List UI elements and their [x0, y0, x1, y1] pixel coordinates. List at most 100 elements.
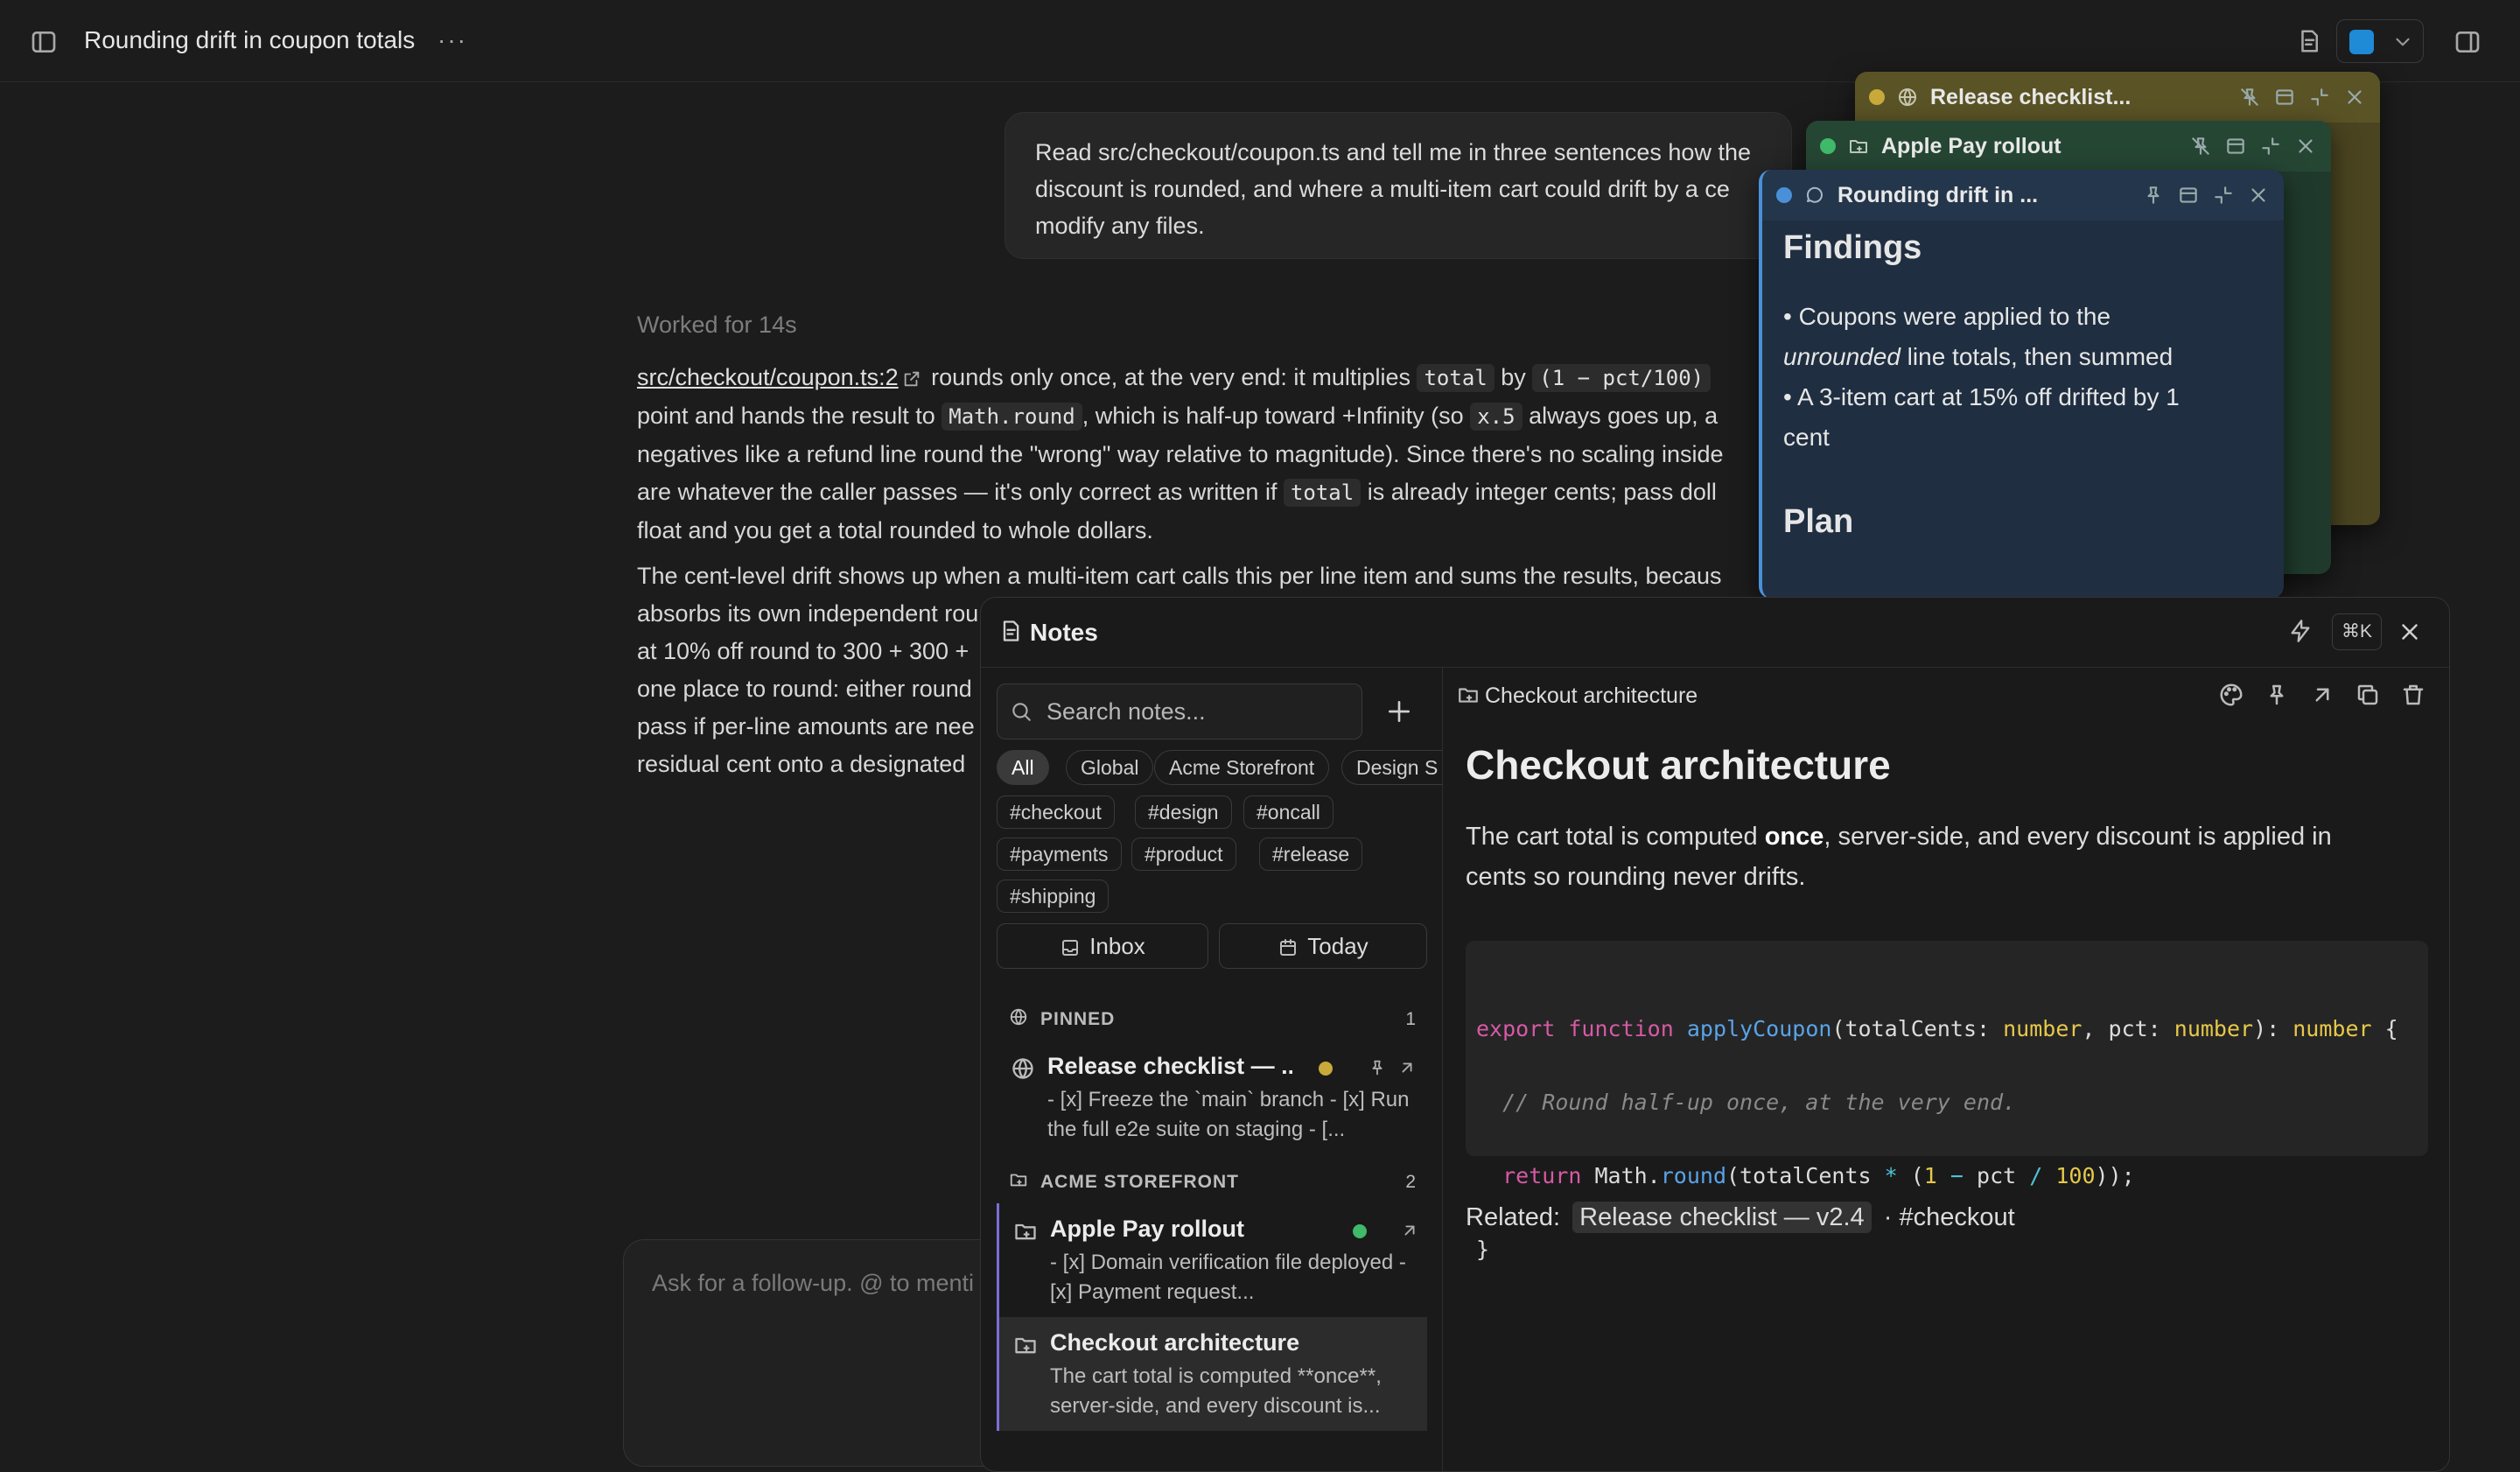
notes-list-pane: Search notes... All Global Acme Storefro… [981, 668, 1443, 1471]
code-number: 1 [1923, 1163, 1937, 1188]
unpin-icon[interactable] [2189, 135, 2212, 158]
close-icon[interactable] [2247, 184, 2270, 207]
status-dot [1319, 1062, 1333, 1076]
related-link[interactable]: Release checklist — v2.4 [1572, 1202, 1872, 1233]
close-icon[interactable] [2294, 135, 2317, 158]
window-header[interactable]: Rounding drift in ... [1762, 170, 2284, 221]
window-title: Release checklist... [1930, 84, 2132, 109]
trash-icon[interactable] [2400, 682, 2426, 708]
shortcut-badge[interactable]: ⌘K [2332, 613, 2383, 650]
window-icon[interactable] [2273, 86, 2296, 109]
globe-icon [1897, 87, 1918, 108]
text: float and you get a total rounded to who… [637, 517, 1153, 543]
palette-icon[interactable] [2218, 682, 2244, 708]
findings-bullet: • A 3-item cart at 15% off drifted by 1 [1783, 383, 2180, 410]
related-tag[interactable]: · #checkout [1884, 1203, 2015, 1231]
breadcrumb: Checkout architecture [1485, 683, 1698, 708]
findings-list: • Coupons were applied to the unrounded … [1783, 297, 2263, 458]
code-comment: // Round half-up once, at the very end. [1502, 1090, 2017, 1115]
pin-icon[interactable] [2264, 682, 2290, 708]
findings-bullet: cent [1783, 424, 1830, 451]
code-text: } [1476, 1237, 1490, 1262]
tag-release[interactable]: #release [1259, 838, 1363, 871]
window-header[interactable]: Apple Pay rollout [1806, 121, 2331, 172]
tag-payments[interactable]: #payments [997, 838, 1122, 871]
window-header[interactable]: Release checklist... [1855, 72, 2380, 123]
window-icon[interactable] [2177, 184, 2200, 207]
lightning-icon[interactable] [2288, 619, 2313, 643]
text: by [1494, 364, 1533, 390]
filter-global[interactable]: Global [1066, 750, 1154, 785]
filter-design[interactable]: Design S [1341, 750, 1443, 785]
code-operator: − [1936, 1163, 1978, 1188]
globe-icon [1009, 1007, 1028, 1027]
text: rounds only once, at the very end: it mu… [924, 364, 1418, 390]
notes-icon[interactable] [2296, 28, 2322, 54]
unpin-icon[interactable] [2238, 86, 2261, 109]
notes-header: Notes ⌘K [981, 598, 2449, 668]
close-icon[interactable] [2397, 619, 2423, 645]
filter-all[interactable]: All [997, 750, 1049, 785]
file-link[interactable]: src/checkout/coupon.ts:2 [637, 364, 899, 390]
text: , which is half-up toward +Infinity (so [1082, 403, 1471, 429]
findings-bullet: line totals, then summed [1900, 343, 2174, 370]
code-text: ( [1897, 1163, 1924, 1188]
text: are whatever the caller passes — it's on… [637, 479, 1284, 505]
open-external-icon[interactable] [2309, 682, 2335, 708]
code-block: export function applyCoupon(totalCents: … [1466, 941, 2428, 1262]
today-button[interactable]: Today [1219, 923, 1427, 969]
filter-acme-storefront[interactable]: Acme Storefront [1154, 750, 1330, 785]
external-link-icon[interactable] [902, 369, 921, 389]
section-count: 2 [1405, 1172, 1416, 1192]
inline-code: x.5 [1470, 403, 1522, 431]
section-count: 1 [1405, 1009, 1416, 1029]
code-text: ): [2253, 1016, 2293, 1041]
inline-code: total [1417, 364, 1494, 392]
note-item-release-checklist[interactable]: Release checklist — ... - [x] Freeze the… [997, 1041, 1427, 1157]
findings-bullet: • Coupons were applied to the [1783, 303, 2111, 330]
code-keyword: export [1476, 1016, 1556, 1041]
vscode-icon [2349, 30, 2374, 54]
code-text: pct [1977, 1163, 2030, 1188]
close-icon[interactable] [2343, 86, 2366, 109]
tag-design[interactable]: #design [1135, 796, 1232, 829]
tag-product[interactable]: #product [1131, 838, 1236, 871]
worked-for-label: Worked for 14s [637, 312, 797, 338]
tag-oncall[interactable]: #oncall [1243, 796, 1334, 829]
globe-icon [1011, 1056, 1035, 1081]
tag-checkout[interactable]: #checkout [997, 796, 1115, 829]
tag-shipping[interactable]: #shipping [997, 880, 1110, 913]
open-external-icon[interactable] [1400, 1221, 1419, 1240]
sidebar-toggle-icon[interactable] [30, 28, 58, 56]
pin-icon[interactable] [1368, 1058, 1387, 1077]
floating-window-rounding-drift[interactable]: Rounding drift in ... Findings • Coupons… [1759, 170, 2284, 599]
window-title: Apple Pay rollout [1881, 133, 2062, 158]
collapse-icon[interactable] [2212, 184, 2235, 207]
more-options-icon[interactable]: ··· [438, 26, 467, 54]
collapse-icon[interactable] [2308, 86, 2331, 109]
note-item-apple-pay[interactable]: Apple Pay rollout - [x] Domain verificat… [997, 1203, 1427, 1320]
text: The cart total is computed [1466, 823, 1765, 851]
inbox-button[interactable]: Inbox [997, 923, 1208, 969]
pin-icon[interactable] [2142, 184, 2165, 207]
section-acme-storefront: ACME STOREFRONT [1040, 1172, 1239, 1192]
inline-code: total [1283, 479, 1362, 507]
note-heading: Checkout architecture [1466, 742, 1891, 788]
related-label: Related: [1466, 1203, 1561, 1231]
user-message-line: discount is rounded, and where a multi-i… [1035, 176, 1730, 202]
code-type: number [2292, 1016, 2372, 1041]
window-icon[interactable] [2224, 135, 2247, 158]
code-type: number [2174, 1016, 2254, 1041]
note-item-checkout-architecture[interactable]: Checkout architecture The cart total is … [997, 1317, 1427, 1431]
status-dot [1776, 187, 1792, 203]
status-dot [1869, 89, 1885, 105]
right-panel-toggle-icon[interactable] [2454, 28, 2482, 56]
open-in-editor-button[interactable] [2336, 19, 2424, 63]
collapse-icon[interactable] [2259, 135, 2282, 158]
code-text: )); [2095, 1163, 2135, 1188]
notes-panel: Notes ⌘K Search notes... All Global Acme… [980, 597, 2450, 1472]
folder-link-icon [1848, 136, 1869, 157]
duplicate-icon[interactable] [2355, 682, 2381, 708]
note-title: Checkout architecture [1050, 1329, 1300, 1356]
open-external-icon[interactable] [1397, 1058, 1417, 1077]
